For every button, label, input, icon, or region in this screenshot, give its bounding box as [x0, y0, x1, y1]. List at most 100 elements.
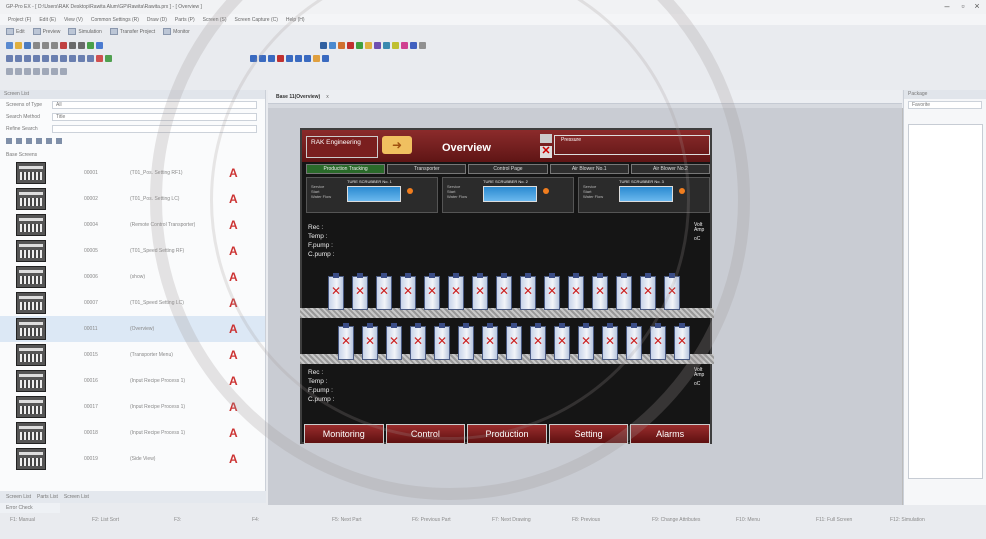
pattern-icon[interactable] — [105, 54, 112, 62]
list-item[interactable]: 00006 (show) A — [0, 264, 265, 290]
tab-screen-list-2[interactable]: Screen List — [64, 494, 89, 500]
list-item[interactable]: 00016 (Input Recipe Process 1) A — [0, 368, 265, 394]
properties-icon[interactable] — [36, 138, 42, 144]
close-button[interactable]: × — [970, 1, 984, 13]
switch-icon[interactable] — [320, 41, 327, 49]
minimize-button[interactable]: – — [940, 1, 954, 13]
visible-icon[interactable] — [33, 67, 40, 75]
rectangle-icon[interactable] — [42, 54, 49, 62]
type-select[interactable]: All — [52, 101, 257, 109]
layer-icon[interactable] — [15, 67, 22, 75]
grid-icon[interactable] — [87, 41, 94, 49]
nav-air-blower-2[interactable]: Air Blower No.2 — [630, 164, 711, 174]
package-list[interactable] — [908, 124, 983, 479]
graph-icon[interactable] — [347, 41, 354, 49]
close-icon[interactable]: ✕ — [540, 146, 552, 158]
production-button[interactable]: Production — [467, 424, 547, 444]
list-item[interactable]: 00015 (Transporter Menu) A — [0, 342, 265, 368]
picture-icon[interactable] — [383, 41, 390, 49]
table-icon[interactable] — [87, 54, 94, 62]
sort-icon[interactable] — [56, 138, 62, 144]
f10-key[interactable]: F10: Menu — [736, 517, 760, 523]
open-icon[interactable] — [15, 41, 22, 49]
distribute-icon[interactable] — [51, 67, 58, 75]
tab-close-icon[interactable]: x — [326, 94, 329, 100]
power-icon[interactable] — [540, 134, 552, 143]
polyline-icon[interactable] — [33, 54, 40, 62]
fill-icon[interactable] — [78, 54, 85, 62]
save-icon[interactable] — [24, 41, 31, 49]
alarm-icon[interactable] — [365, 41, 372, 49]
nav-air-blower-1[interactable]: Air Blower No.1 — [549, 164, 629, 174]
movie-icon[interactable] — [410, 41, 417, 49]
arc-icon[interactable] — [60, 54, 67, 62]
method-select[interactable]: Title — [52, 113, 257, 121]
keypad-icon[interactable] — [392, 41, 399, 49]
setting-button[interactable]: Setting — [548, 424, 629, 444]
tab-screen-list[interactable]: Screen List — [6, 494, 31, 500]
delete-icon[interactable] — [60, 41, 67, 49]
sampling-icon[interactable] — [401, 41, 408, 49]
copy-screen-icon[interactable] — [16, 138, 22, 144]
color-icon[interactable] — [96, 54, 103, 62]
maximize-button[interactable]: ▫ — [956, 1, 970, 13]
menu-help[interactable]: Help (H) — [286, 17, 305, 23]
size-icon[interactable] — [60, 67, 67, 75]
copy-icon[interactable] — [42, 41, 49, 49]
cut-icon[interactable] — [33, 41, 40, 49]
paste-icon[interactable] — [51, 41, 58, 49]
control-button[interactable]: Control — [385, 424, 466, 444]
transfer-project-button[interactable]: Transfer Project — [109, 28, 155, 35]
list-item[interactable]: 00005 (T01_Speed Setting RF) A — [0, 238, 265, 264]
list-item[interactable]: 00018 (Input Recipe Process 1) A — [0, 420, 265, 446]
f7-key[interactable]: F7: Next Drawing — [492, 517, 531, 523]
add-screen-icon[interactable] — [6, 138, 12, 144]
f5-key[interactable]: F5: Next Part — [332, 517, 361, 523]
f6-key[interactable]: F6: Previous Part — [412, 517, 451, 523]
refine-search-input[interactable] — [52, 125, 257, 133]
menu-parts[interactable]: Parts (P) — [175, 17, 195, 23]
data-display-icon[interactable] — [338, 41, 345, 49]
monitor-button[interactable]: Monitor — [163, 28, 190, 35]
menu-common-settings[interactable]: Common Settings (R) — [91, 17, 139, 23]
list-item[interactable]: 00004 (Remote Control Transporter) A — [0, 212, 265, 238]
alarms-button[interactable]: Alarms — [630, 424, 710, 444]
f12-key[interactable]: F12: Simulation — [890, 517, 925, 523]
polygon-icon[interactable] — [69, 54, 76, 62]
message-icon[interactable] — [419, 41, 426, 49]
line-icon[interactable] — [24, 54, 31, 62]
redo-icon[interactable] — [78, 41, 85, 49]
flip-icon[interactable] — [322, 54, 329, 62]
f8-key[interactable]: F8: Previous — [572, 517, 600, 523]
nav-transporter[interactable]: Transporter — [387, 164, 467, 174]
menu-screen[interactable]: Screen (S) — [203, 17, 227, 23]
lock-icon[interactable] — [24, 67, 31, 75]
tab-parts-list[interactable]: Parts List — [37, 494, 58, 500]
window-icon[interactable] — [374, 41, 381, 49]
f3-key[interactable]: F3: — [174, 517, 181, 523]
arrange-icon[interactable] — [42, 67, 49, 75]
front-icon[interactable] — [295, 54, 302, 62]
delete-screen-icon[interactable] — [26, 138, 32, 144]
select-icon[interactable] — [6, 54, 13, 62]
rotate-icon[interactable] — [313, 54, 320, 62]
simulation-mode-button[interactable]: Simulation — [68, 28, 102, 35]
f4-key[interactable]: F4: — [252, 517, 259, 523]
preview-mode-button[interactable]: Preview — [32, 28, 60, 35]
align-right-icon[interactable] — [268, 54, 275, 62]
menu-project[interactable]: Project (F) — [8, 17, 31, 23]
list-item[interactable]: 00002 (T01_Pos. Setting LC) A — [0, 186, 265, 212]
nav-control-page[interactable]: Control Page — [468, 164, 548, 174]
undo-icon[interactable] — [69, 41, 76, 49]
menu-draw[interactable]: Draw (D) — [147, 17, 167, 23]
f1-key[interactable]: F1: Manual — [10, 517, 35, 523]
nav-production-tracking[interactable]: Production Tracking — [306, 164, 386, 174]
menu-edit[interactable]: Edit (E) — [39, 17, 56, 23]
error-check-tab[interactable]: Error Check — [0, 503, 60, 513]
list-item[interactable]: 00007 (T01_Speed Setting LC) A — [0, 290, 265, 316]
align-left-icon[interactable] — [250, 54, 257, 62]
ungroup-icon[interactable] — [286, 54, 293, 62]
package-select[interactable]: Favorite — [908, 101, 982, 109]
back-arrow-icon[interactable]: ➜ — [382, 136, 412, 154]
list-item[interactable]: 00001 (T01_Pos. Setting RF1) A — [0, 160, 265, 186]
